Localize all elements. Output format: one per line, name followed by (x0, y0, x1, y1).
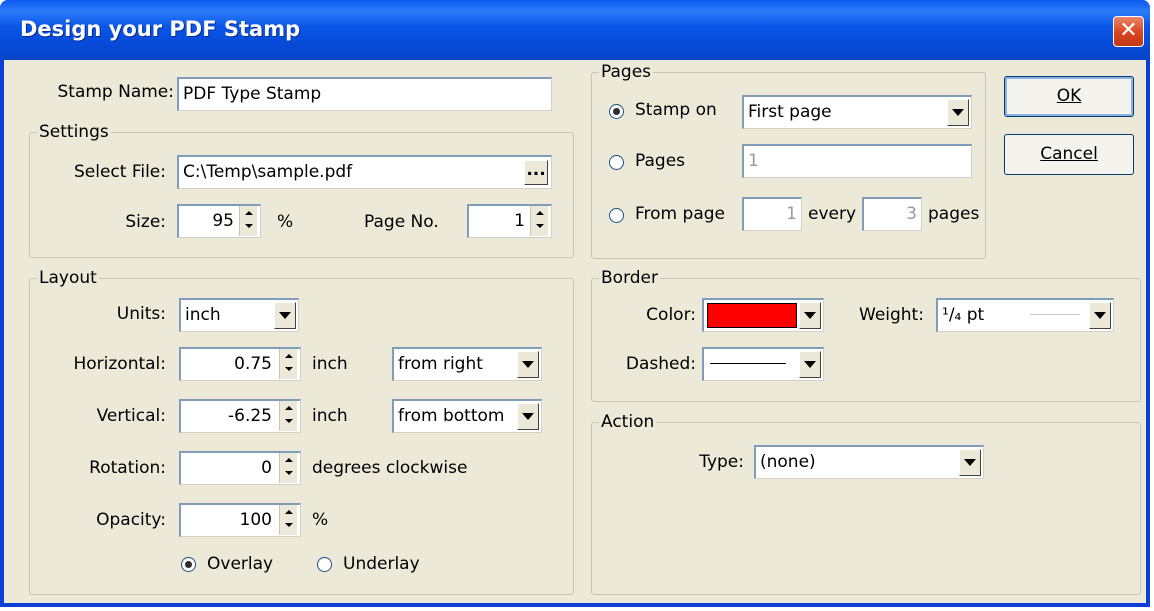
weight-value: ¹/₄ pt (942, 305, 985, 325)
units-select[interactable]: inch (179, 298, 299, 332)
horizontal-unit: inch (312, 354, 348, 374)
chevron-down-icon[interactable] (517, 403, 539, 430)
horizontal-label: Horizontal: (73, 354, 166, 374)
dialog-client: Stamp Name: PDF Type Stamp Settings Sele… (4, 60, 1146, 603)
action-type-label: Type: (699, 452, 744, 472)
window-title: Design your PDF Stamp (20, 17, 301, 41)
chevron-down-icon[interactable] (959, 449, 981, 476)
border-legend: Border (599, 268, 660, 288)
browse-button[interactable]: ... (524, 160, 548, 185)
underlay-label: Underlay (343, 554, 420, 574)
select-file-value: C:\Temp\sample.pdf (183, 162, 353, 182)
overlay-label: Overlay (207, 554, 274, 574)
vertical-ref-select[interactable]: from bottom (392, 399, 542, 433)
pages-legend: Pages (599, 62, 654, 82)
cancel-button-label: Cancel (1040, 144, 1098, 164)
border-weight-select[interactable]: ¹/₄ pt (936, 298, 1114, 332)
every-input[interactable]: 3 (862, 197, 922, 231)
stamp-on-radio[interactable] (609, 104, 624, 119)
stamp-name-input[interactable]: PDF Type Stamp (177, 77, 552, 111)
rotation-unit: degrees clockwise (312, 458, 468, 478)
size-label: Size: (125, 212, 166, 232)
horizontal-ref-value: from right (398, 354, 483, 374)
pages-radio[interactable] (609, 155, 624, 170)
opacity-spinner[interactable] (279, 505, 297, 535)
action-type-value: (none) (760, 452, 816, 472)
chevron-down-icon[interactable] (1089, 302, 1111, 329)
border-color-select[interactable] (702, 298, 824, 332)
size-spinner[interactable] (239, 206, 257, 236)
vertical-unit: inch (312, 406, 348, 426)
border-group (591, 278, 1141, 402)
select-file-input[interactable]: C:\Temp\sample.pdf (177, 155, 552, 189)
vertical-label: Vertical: (96, 406, 166, 426)
settings-group (29, 132, 574, 258)
vertical-spinner[interactable] (279, 401, 297, 431)
dashed-line-sample (710, 363, 786, 364)
layout-group (29, 278, 574, 595)
underlay-radio[interactable] (317, 557, 332, 572)
color-swatch (707, 303, 797, 328)
settings-legend: Settings (37, 122, 111, 142)
vertical-ref-value: from bottom (398, 406, 505, 426)
rotation-spinner[interactable] (279, 453, 297, 483)
opacity-label: Opacity: (96, 510, 166, 530)
chevron-down-icon[interactable] (274, 302, 296, 329)
opacity-unit: % (312, 510, 329, 530)
chevron-down-icon[interactable] (517, 351, 539, 378)
stamp-name-label: Stamp Name: (57, 82, 174, 102)
page-no-spinner[interactable] (530, 206, 548, 236)
units-label: Units: (116, 304, 166, 324)
cancel-button[interactable]: Cancel (1004, 134, 1134, 175)
layout-legend: Layout (37, 268, 99, 288)
chevron-down-icon[interactable] (947, 99, 969, 126)
size-unit: % (277, 212, 294, 232)
from-page-input[interactable]: 1 (742, 197, 802, 231)
close-icon[interactable]: ✕ (1113, 16, 1144, 47)
select-file-label: Select File: (73, 162, 166, 182)
ok-button[interactable]: OK (1004, 76, 1134, 117)
chevron-down-icon[interactable] (799, 351, 821, 378)
pages-input[interactable]: 1 (742, 144, 972, 178)
color-label: Color: (646, 305, 696, 325)
horizontal-spinner[interactable] (279, 349, 297, 379)
pages-suffix: pages (928, 204, 980, 224)
every-label: every (808, 204, 857, 224)
weight-label: Weight: (859, 305, 924, 325)
from-page-radio[interactable] (609, 208, 624, 223)
ok-button-label: OK (1056, 86, 1082, 106)
stamp-on-value: First page (748, 102, 832, 122)
chevron-down-icon[interactable] (799, 302, 821, 329)
dashed-label: Dashed: (625, 354, 696, 374)
horizontal-ref-select[interactable]: from right (392, 347, 542, 381)
action-legend: Action (599, 412, 657, 432)
units-value: inch (185, 305, 221, 325)
title-bar: Design your PDF Stamp ✕ (0, 0, 1150, 60)
border-dashed-select[interactable] (702, 347, 824, 381)
stamp-on-label: Stamp on (635, 100, 717, 120)
stamp-on-select[interactable]: First page (742, 95, 972, 129)
pages-label: Pages (635, 151, 686, 171)
rotation-label: Rotation: (89, 458, 166, 478)
overlay-radio[interactable] (181, 557, 196, 572)
weight-line-sample (1030, 314, 1080, 315)
from-page-label: From page (635, 204, 725, 224)
action-type-select[interactable]: (none) (754, 445, 984, 479)
page-no-label: Page No. (364, 212, 439, 232)
dialog-window: Design your PDF Stamp ✕ Stamp Name: PDF … (0, 0, 1150, 607)
